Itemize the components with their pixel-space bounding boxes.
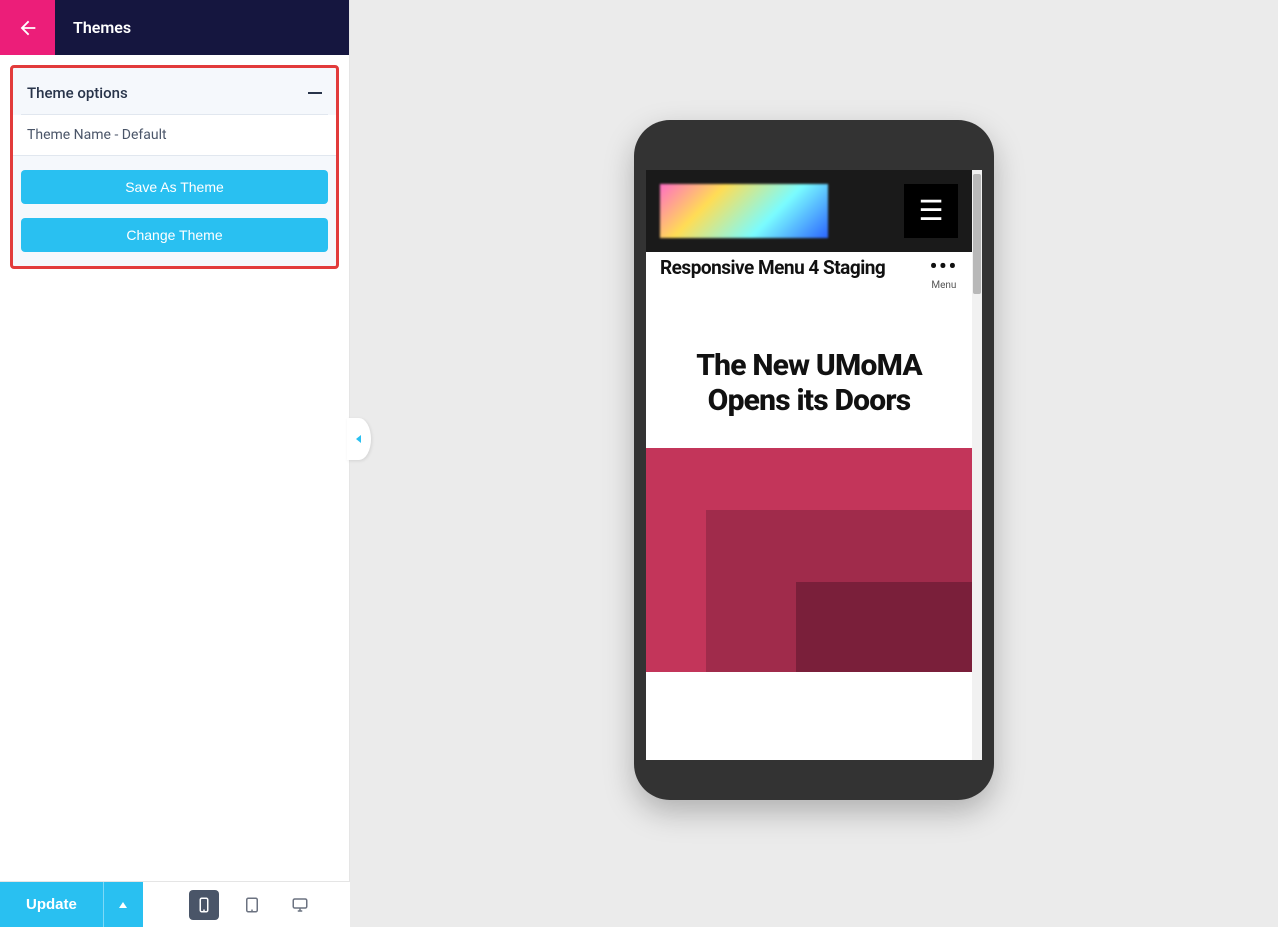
- triangle-left-icon: [354, 434, 364, 444]
- hamburger-button[interactable]: ☰: [904, 184, 958, 238]
- sidebar-header: Themes: [0, 0, 349, 55]
- preview-area: ☰ Responsive Menu 4 Staging ••• Menu The…: [350, 0, 1278, 927]
- theme-buttons: Save As Theme Change Theme: [21, 156, 328, 258]
- mobile-icon: [195, 896, 213, 914]
- update-dropdown-toggle[interactable]: [103, 882, 143, 927]
- update-button[interactable]: Update: [0, 882, 103, 927]
- hero-image: [646, 448, 972, 672]
- triangle-up-icon: [118, 900, 128, 910]
- site-title: Responsive Menu 4 Staging: [660, 258, 885, 279]
- change-theme-button[interactable]: Change Theme: [21, 218, 328, 252]
- device-mobile-button[interactable]: [189, 890, 219, 920]
- back-button[interactable]: [0, 0, 55, 55]
- hero-image-layer: [796, 582, 972, 672]
- tablet-icon: [243, 896, 261, 914]
- device-tablet-button[interactable]: [237, 890, 267, 920]
- hamburger-icon: ☰: [918, 197, 943, 225]
- preview-scrollbar[interactable]: [972, 170, 982, 760]
- theme-options-panel: Theme options Theme Name - Default Save …: [10, 65, 339, 269]
- device-desktop-button[interactable]: [285, 890, 315, 920]
- theme-options-label: Theme options: [27, 84, 128, 102]
- desktop-icon: [291, 896, 309, 914]
- bottom-bar: Update: [0, 881, 350, 927]
- phone-frame: ☰ Responsive Menu 4 Staging ••• Menu The…: [634, 120, 994, 800]
- preview-topbar: ☰: [646, 170, 972, 252]
- phone-screen: ☰ Responsive Menu 4 Staging ••• Menu The…: [646, 170, 982, 760]
- sidebar: Themes Theme options Theme Name - Defaul…: [0, 0, 350, 927]
- site-title-row: Responsive Menu 4 Staging ••• Menu: [646, 252, 972, 295]
- site-logo: [660, 184, 828, 238]
- sidebar-title: Themes: [55, 18, 131, 37]
- preview-content: ☰ Responsive Menu 4 Staging ••• Menu The…: [646, 170, 972, 760]
- minus-icon: [308, 92, 322, 94]
- menu-label: Menu: [930, 280, 958, 291]
- hero-heading: The New UMoMA Opens its Doors: [646, 295, 972, 448]
- arrow-left-icon: [17, 17, 39, 39]
- theme-name-row: Theme Name - Default: [13, 115, 336, 156]
- save-as-theme-button[interactable]: Save As Theme: [21, 170, 328, 204]
- collapse-sidebar-tab[interactable]: [347, 418, 371, 460]
- dots-icon: •••: [930, 258, 958, 274]
- menu-trigger[interactable]: ••• Menu: [930, 258, 958, 291]
- device-switcher: [189, 890, 315, 920]
- theme-options-header[interactable]: Theme options: [21, 76, 328, 115]
- spacer: [646, 672, 972, 712]
